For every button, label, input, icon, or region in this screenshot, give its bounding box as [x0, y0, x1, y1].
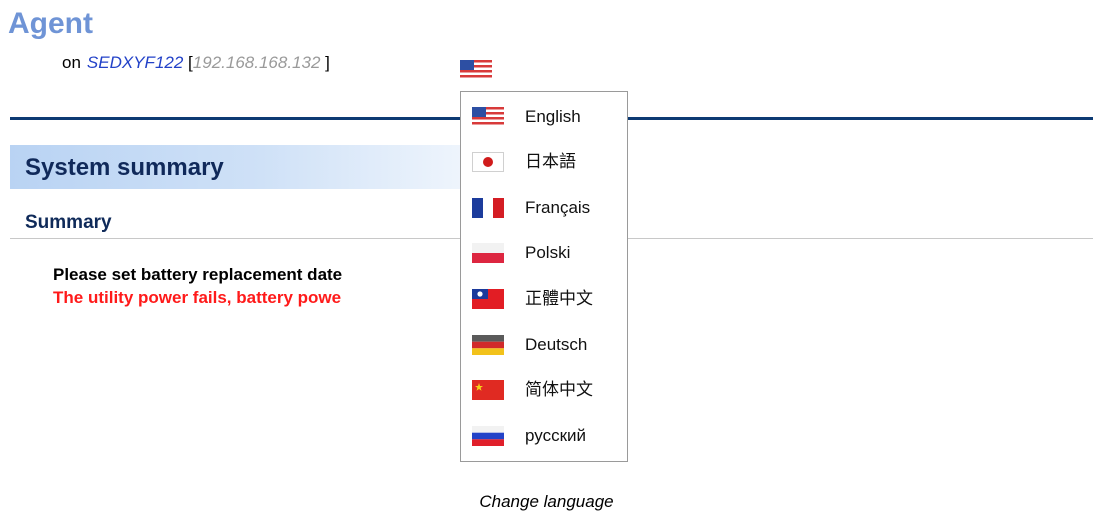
- language-option-english[interactable]: English: [461, 97, 627, 137]
- language-label: Polski: [525, 243, 571, 262]
- japan-flag-icon: [472, 152, 504, 172]
- language-label: 日本語: [525, 152, 576, 171]
- russia-flag-icon: [472, 426, 504, 446]
- taiwan-flag-icon: [472, 289, 504, 309]
- language-label: русский: [525, 426, 587, 445]
- language-option-german[interactable]: Deutsch: [461, 325, 627, 365]
- language-option-polish[interactable]: Polski: [461, 233, 627, 273]
- us-flag-icon: [460, 60, 492, 80]
- language-label: Français: [525, 198, 591, 217]
- language-label: 简体中文: [525, 380, 593, 399]
- section-title: System summary: [25, 154, 224, 181]
- ip-address: 192.168.168.132: [192, 53, 321, 72]
- power-fail-message-text: The utility power fails, battery powe: [53, 288, 342, 307]
- battery-date-message: Please set battery replacement date: [53, 265, 343, 284]
- language-option-russian[interactable]: русский: [461, 416, 627, 456]
- power-fail-message: The utility power fails, battery powe.: [53, 288, 524, 308]
- language-label: 正體中文: [525, 289, 593, 308]
- subsection-title: Summary: [25, 212, 112, 233]
- poland-flag-icon: [472, 243, 504, 263]
- france-flag-icon: [472, 198, 504, 218]
- bracket-close: ]: [325, 53, 330, 72]
- language-option-french[interactable]: Français: [461, 188, 627, 228]
- germany-flag-icon: [472, 335, 504, 355]
- language-label: Deutsch: [525, 335, 588, 354]
- figure-caption: Change language: [479, 492, 614, 511]
- language-option-traditional-chinese[interactable]: 正體中文: [461, 279, 627, 319]
- app-title: Agent: [8, 7, 93, 40]
- language-option-simplified-chinese[interactable]: 简体中文: [461, 370, 627, 410]
- language-label: English: [525, 107, 581, 126]
- host-name: SEDXYF122: [86, 53, 184, 72]
- language-menu: English 日本語 Français Polski 正體中文 Deutsch…: [460, 91, 628, 462]
- china-flag-icon: [472, 380, 504, 400]
- host-line: on SEDXYF122 [192.168.168.132 ]: [62, 52, 330, 74]
- language-toggle-button[interactable]: [460, 60, 492, 80]
- on-label: on: [62, 53, 81, 72]
- us-flag-icon: [472, 107, 504, 127]
- language-option-japanese[interactable]: 日本語: [461, 142, 627, 182]
